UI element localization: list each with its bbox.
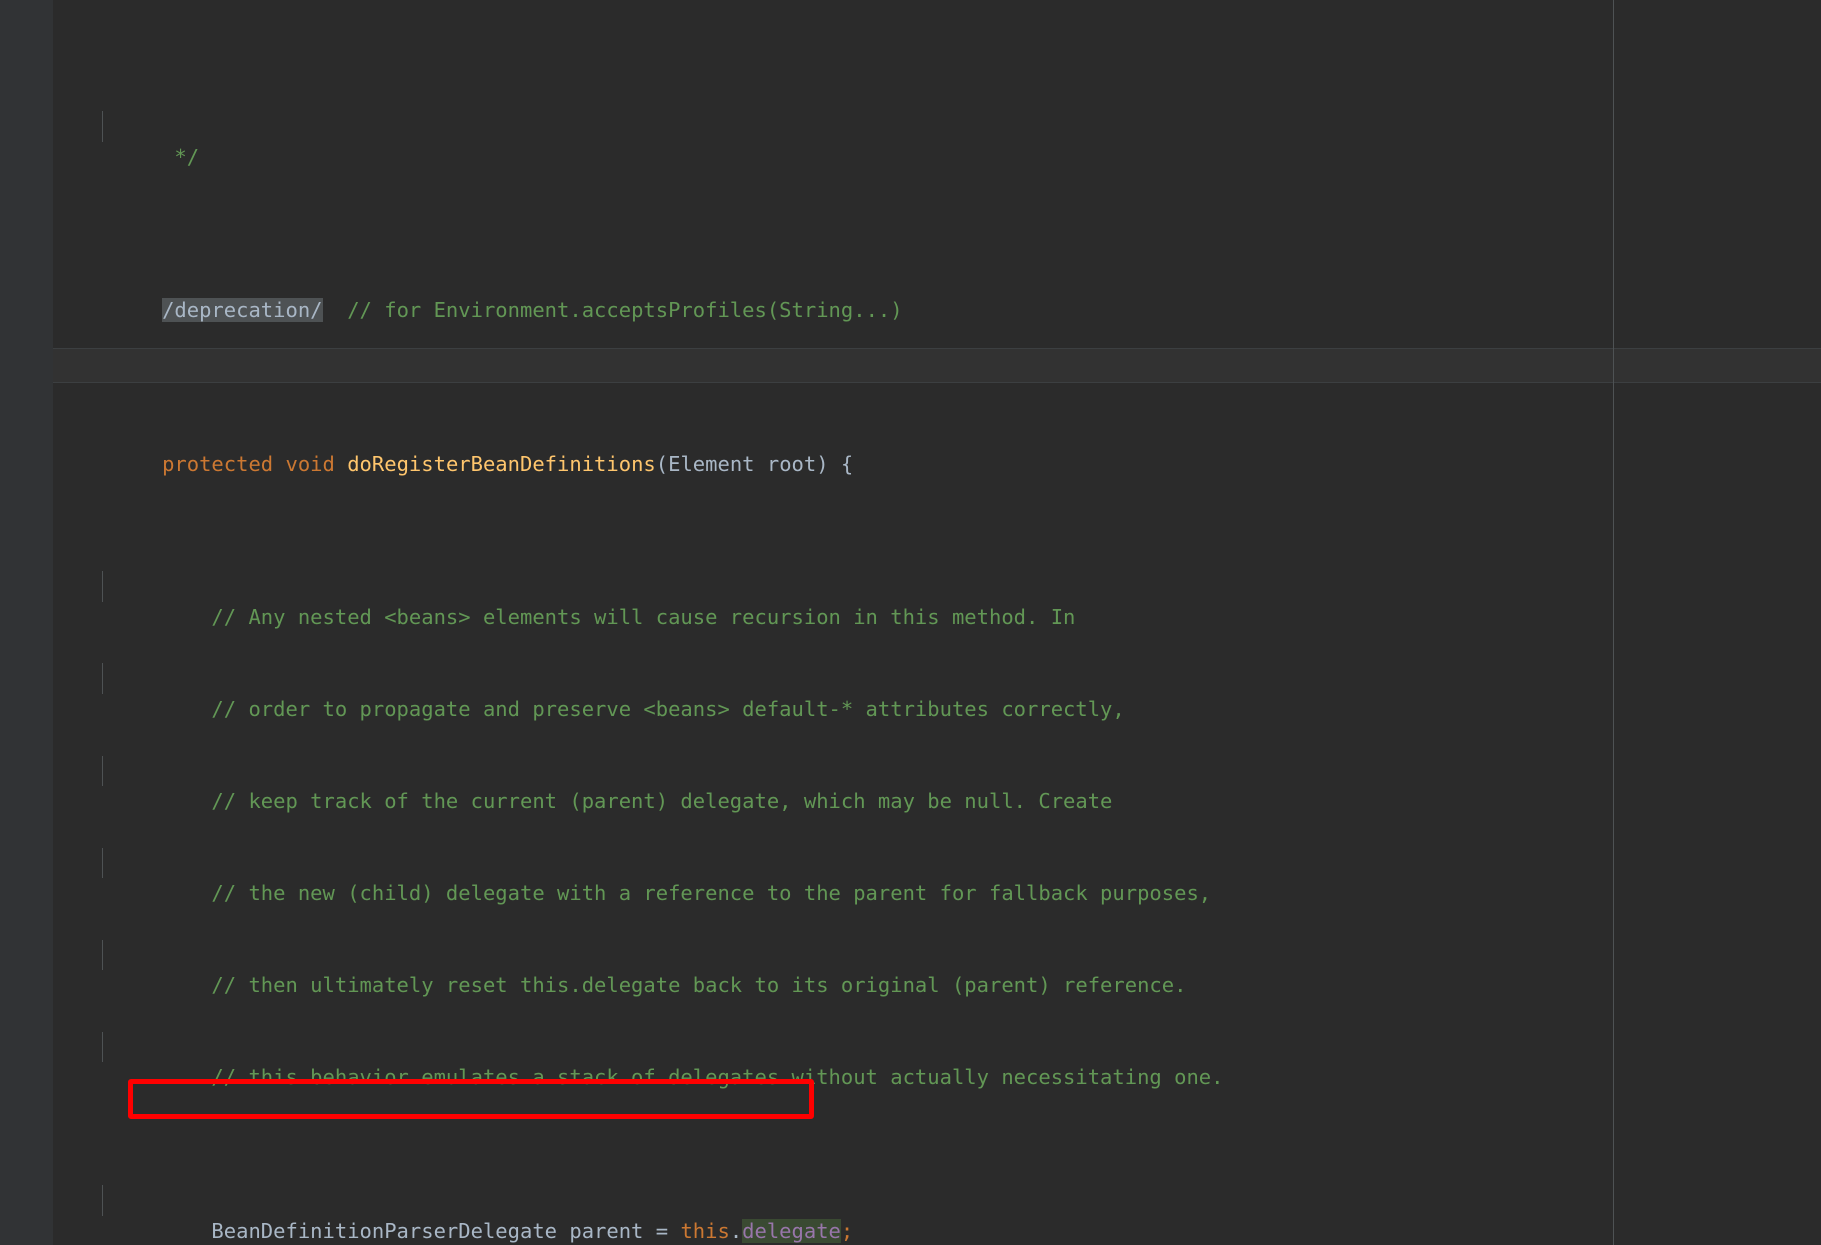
code-line[interactable]: // Any nested <beans> elements will caus… [0,571,1821,629]
code-line[interactable]: */ [0,110,1821,169]
token-field-delegate-read[interactable]: delegate [742,1218,841,1243]
code-folding-strip[interactable] [45,0,53,1245]
code-line[interactable]: BeanDefinitionParserDelegate parent = th… [0,1185,1821,1243]
code-line[interactable]: // the new (child) delegate with a refer… [0,847,1821,905]
code-line[interactable]: /deprecation/ // for Environment.accepts… [0,264,1821,323]
token-method-name[interactable]: doRegisterBeanDefinitions [347,452,656,476]
editor-gutter[interactable] [0,0,45,1245]
token-keyword: protected void [162,451,348,476]
token-type: Element [668,451,755,476]
code-editor[interactable]: */ /deprecation/ // for Environment.acce… [0,0,1821,1245]
code-line[interactable]: // then ultimately reset this.delegate b… [0,939,1821,997]
code-content[interactable]: */ /deprecation/ // for Environment.acce… [0,0,1821,1245]
token-comment: */ [162,144,200,169]
code-line[interactable]: // order to propagate and preserve <bean… [0,663,1821,721]
code-line-method-declaration[interactable]: protected void doRegisterBeanDefinitions… [0,418,1821,476]
code-line[interactable]: // this behavior emulates a stack of del… [0,1031,1821,1089]
search-match: /deprecation/ [162,298,323,323]
token-keyword-this: this [680,1218,730,1243]
token-comment: // for Environment.acceptsProfiles(Strin… [322,298,903,323]
code-line[interactable]: // keep track of the current (parent) de… [0,755,1821,813]
